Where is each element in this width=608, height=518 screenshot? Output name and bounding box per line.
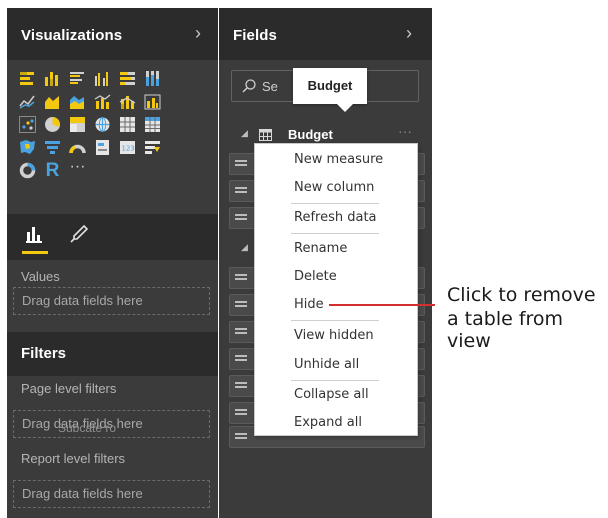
field-grip-icon bbox=[235, 187, 247, 196]
menu-item-unhide-all[interactable]: Unhide all bbox=[294, 357, 359, 372]
visualizations-title: Visualizations bbox=[21, 27, 123, 44]
menu-item-expand-all[interactable]: Expand all bbox=[294, 415, 362, 430]
budget-table-label: Budget bbox=[288, 127, 333, 142]
menu-item-new-column[interactable]: New column bbox=[294, 180, 374, 195]
table-context-menu: New measure New column Refresh data Rena… bbox=[254, 143, 418, 436]
field-grip-icon bbox=[235, 355, 247, 364]
more-visuals-icon[interactable]: ··· bbox=[69, 159, 86, 179]
fields-tab-bar-chart-icon[interactable] bbox=[24, 223, 50, 249]
menu-separator bbox=[291, 320, 379, 321]
report-filters-drop-zone[interactable]: Drag data fields here bbox=[13, 480, 210, 508]
page-level-filters-label: Page level filters bbox=[21, 381, 117, 396]
gauge-icon[interactable] bbox=[69, 139, 86, 156]
table-icon bbox=[259, 128, 272, 141]
matrix-icon[interactable] bbox=[144, 116, 161, 133]
menu-item-rename[interactable]: Rename bbox=[294, 241, 347, 256]
menu-item-collapse-all[interactable]: Collapse all bbox=[294, 387, 369, 402]
card-icon[interactable] bbox=[94, 139, 111, 156]
search-placeholder: Se bbox=[262, 79, 278, 94]
line-and-column-icon[interactable] bbox=[94, 93, 111, 110]
stacked-column-icon[interactable] bbox=[44, 70, 61, 87]
slicer-icon[interactable] bbox=[144, 139, 161, 156]
expand-caret-icon[interactable]: ◢ bbox=[241, 128, 248, 139]
scatter-chart-icon[interactable] bbox=[19, 116, 36, 133]
field-grip-icon bbox=[235, 409, 247, 418]
callout-text-line-1: Click to remove bbox=[447, 284, 596, 306]
area-chart-icon[interactable] bbox=[44, 93, 61, 110]
stacked-area-icon[interactable] bbox=[69, 93, 86, 110]
visualizations-pane: Visualizations › 123 R ··· Values Drag d… bbox=[7, 8, 218, 518]
values-label: Values bbox=[21, 269, 60, 284]
field-grip-icon bbox=[235, 274, 247, 283]
field-grip-icon bbox=[235, 301, 247, 310]
ribbon-chart-icon[interactable] bbox=[144, 93, 161, 110]
field-grip-icon bbox=[235, 328, 247, 337]
menu-item-refresh-data[interactable]: Refresh data bbox=[294, 210, 377, 225]
treemap-icon[interactable] bbox=[69, 116, 86, 133]
funnel-icon[interactable] bbox=[44, 139, 61, 156]
menu-item-delete[interactable]: Delete bbox=[294, 269, 337, 284]
pie-chart-icon[interactable] bbox=[44, 116, 61, 133]
donut-chart-icon[interactable] bbox=[19, 162, 36, 179]
menu-item-view-hidden[interactable]: View hidden bbox=[294, 328, 374, 343]
fields-header: Fields › bbox=[219, 8, 432, 60]
field-grip-icon bbox=[235, 160, 247, 169]
format-tab-paint-roller-icon[interactable] bbox=[68, 223, 94, 249]
collapse-fields-chevron-icon[interactable]: › bbox=[406, 24, 412, 42]
values-drop-zone[interactable]: Drag data fields here bbox=[13, 287, 210, 315]
more-options-ellipsis-icon[interactable]: ··· bbox=[398, 123, 412, 139]
filters-title: Filters bbox=[21, 345, 67, 362]
line-and-stacked-column-icon[interactable] bbox=[119, 93, 136, 110]
filters-header: Filters bbox=[7, 332, 218, 376]
menu-item-hide[interactable]: Hide bbox=[294, 297, 324, 312]
menu-item-new-measure[interactable]: New measure bbox=[294, 152, 383, 167]
clustered-bar-icon[interactable] bbox=[69, 70, 86, 87]
menu-separator bbox=[291, 233, 379, 234]
menu-separator bbox=[291, 203, 379, 204]
field-grip-icon bbox=[235, 433, 247, 442]
visualizations-tab-strip bbox=[7, 214, 218, 260]
visual-gallery: 123 R ··· bbox=[19, 70, 209, 185]
active-tab-indicator bbox=[22, 251, 48, 254]
report-level-filters-label: Report level filters bbox=[21, 451, 126, 466]
r-visual-icon[interactable]: R bbox=[44, 161, 61, 180]
clustered-column-icon[interactable] bbox=[94, 70, 111, 87]
globe-map-icon[interactable] bbox=[94, 116, 111, 133]
screenshot: Visualizations › 123 R ··· Values Drag d… bbox=[0, 0, 608, 518]
expand-caret-icon[interactable]: ◢ bbox=[241, 242, 248, 253]
callout-text-line-2: a table from view bbox=[447, 308, 564, 352]
multi-row-card-icon[interactable]: 123 bbox=[119, 139, 136, 156]
table-name-tooltip: Budget bbox=[293, 68, 367, 104]
line-chart-icon[interactable] bbox=[19, 93, 36, 110]
field-grip-icon bbox=[235, 214, 247, 223]
visualizations-header: Visualizations › bbox=[7, 8, 218, 60]
partial-field-label: Subcate ro bbox=[58, 421, 117, 435]
tooltip-arrow bbox=[337, 104, 353, 112]
search-icon bbox=[241, 78, 257, 94]
fields-title: Fields bbox=[233, 27, 277, 44]
stacked-bar-icon[interactable] bbox=[19, 70, 36, 87]
filled-map-icon[interactable] bbox=[19, 139, 36, 156]
callout-leader-line bbox=[329, 304, 435, 306]
svg-text:123: 123 bbox=[122, 145, 135, 153]
menu-separator bbox=[291, 380, 379, 381]
100-stacked-column-icon[interactable] bbox=[144, 70, 161, 87]
field-grip-icon bbox=[235, 382, 247, 391]
100-stacked-bar-icon[interactable] bbox=[119, 70, 136, 87]
table-icon[interactable] bbox=[119, 116, 136, 133]
collapse-visualizations-chevron-icon[interactable]: › bbox=[195, 24, 201, 42]
